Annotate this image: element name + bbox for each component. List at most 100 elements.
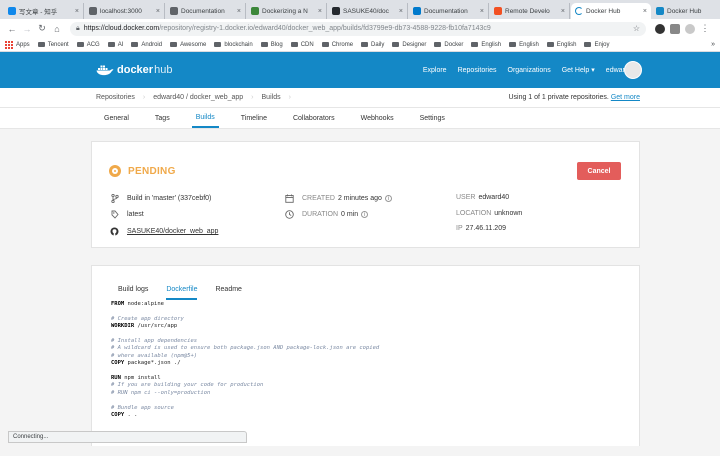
bookmark-label: English: [519, 41, 539, 48]
get-more-link[interactable]: Get more: [611, 94, 640, 101]
header-nav: Explore Repositories Organizations Get H…: [412, 66, 642, 75]
bookmark-star-icon[interactable]: ☆: [633, 24, 640, 33]
home-icon[interactable]: ⌂: [51, 24, 63, 34]
bookmark-folder[interactable]: Blog: [260, 42, 283, 48]
tab-tags[interactable]: Tags: [155, 108, 170, 128]
bookmark-folder[interactable]: English: [471, 42, 501, 48]
bookmark-folder[interactable]: Enjoy: [584, 42, 610, 48]
info-icon[interactable]: i: [361, 211, 369, 218]
repo-link[interactable]: SASUKE40/docker_web_app: [127, 228, 218, 235]
browser-tab[interactable]: localhost:3000 ×: [85, 3, 165, 19]
menu-icon[interactable]: ⋮: [699, 23, 711, 34]
dockerhub-logo[interactable]: docker hub: [96, 64, 172, 76]
bookmark-apps[interactable]: Apps: [5, 40, 30, 49]
nav-repositories[interactable]: Repositories: [458, 67, 497, 74]
nav-organizations[interactable]: Organizations: [508, 67, 551, 74]
browser-tab[interactable]: Docker Hub×: [571, 3, 651, 19]
bookmark-folder[interactable]: English: [509, 42, 539, 48]
bookmark-label: English: [556, 41, 577, 48]
browser-tab[interactable]: Dockerizing a N ×: [247, 3, 327, 19]
tab-timeline[interactable]: Timeline: [241, 108, 267, 128]
close-tab-icon[interactable]: ×: [399, 8, 403, 15]
bookmark-label: English: [481, 41, 502, 48]
extension-icon[interactable]: [655, 23, 665, 34]
browser-tab[interactable]: Documentation ×: [166, 3, 246, 19]
ip-info: IP 27.46.11.209: [456, 225, 506, 232]
code-text: npm install: [120, 375, 161, 382]
ip-label: IP: [456, 225, 463, 232]
tab-settings[interactable]: Settings: [420, 108, 445, 128]
folder-icon: [170, 42, 178, 47]
close-tab-icon[interactable]: ×: [75, 8, 79, 15]
tab-readme[interactable]: Readme: [215, 286, 241, 300]
folder-icon: [37, 42, 45, 47]
close-tab-icon[interactable]: ×: [561, 8, 565, 15]
node-icon: [251, 7, 259, 15]
code-text: package*.json ./: [124, 360, 181, 367]
code-text: . .: [124, 412, 138, 419]
bookmark-label: Chrome: [331, 41, 354, 48]
extension-icon[interactable]: [670, 23, 680, 34]
bookmarks-more-button[interactable]: »: [711, 41, 715, 48]
nav-explore[interactable]: Explore: [423, 67, 447, 74]
breadcrumb-repo[interactable]: edward40 / docker_web_app: [153, 94, 243, 101]
bookmark-folder[interactable]: Daily: [361, 42, 384, 48]
private-repos-text: Using 1 of 1 private repositories.: [508, 94, 609, 101]
code-line: # If you are building your code for prod…: [111, 382, 379, 389]
tab-build-logs[interactable]: Build logs: [118, 286, 148, 300]
browser-tab[interactable]: SASUKE40/doc ×: [328, 3, 408, 19]
bookmark-folder[interactable]: blockchain: [214, 42, 253, 48]
docker-icon: [656, 7, 664, 15]
url-input[interactable]: 🔒︎ https://cloud.docker.com/repository/r…: [70, 21, 646, 36]
browser-tab[interactable]: Docker Hub×: [652, 3, 720, 19]
tab-collaborators[interactable]: Collaborators: [293, 108, 335, 128]
bookmark-folder[interactable]: Docker: [434, 42, 463, 48]
close-tab-icon[interactable]: ×: [318, 8, 322, 15]
bookmark-folder[interactable]: Tencent: [37, 42, 69, 48]
bookmark-folder[interactable]: Android: [131, 42, 162, 48]
duration-value: 0 min: [341, 211, 359, 218]
calendar-icon: [285, 194, 294, 203]
code-line: # where available (npm@5+): [111, 353, 379, 360]
tab-webhooks[interactable]: Webhooks: [361, 108, 394, 128]
bookmark-folder[interactable]: English: [546, 41, 577, 48]
url-path: /repository/registry-1.docker.io/edward4…: [159, 25, 491, 32]
tab-builds[interactable]: Builds: [191, 108, 219, 128]
breadcrumb-repositories[interactable]: Repositories: [96, 94, 135, 101]
browser-tab-label: Dockerizing a N: [262, 7, 308, 15]
browser-tab-label: Remote Develo: [505, 7, 550, 15]
folder-icon: [392, 42, 400, 47]
folder-icon: [260, 42, 268, 47]
back-icon[interactable]: ←: [6, 24, 18, 34]
bookmark-label: Docker: [444, 41, 464, 48]
browser-tab[interactable]: Remote Develo ×: [490, 3, 570, 19]
bookmark-folder[interactable]: Awesome: [170, 42, 206, 48]
profile-icon[interactable]: [685, 23, 695, 34]
browser-tab[interactable]: 写文章 - 知乎 ×: [4, 3, 84, 19]
bookmark-folder[interactable]: CDN: [290, 42, 314, 48]
close-tab-icon[interactable]: ×: [480, 8, 484, 15]
avatar[interactable]: [624, 61, 642, 79]
browser-tab[interactable]: Documentation ×: [409, 3, 489, 19]
code-line: # Bundle app source: [111, 405, 379, 412]
bookmark-folder[interactable]: Designer: [392, 42, 426, 48]
reload-icon[interactable]: ↻: [36, 23, 48, 34]
bookmark-folder[interactable]: ACG: [76, 42, 100, 48]
bookmark-folder[interactable]: AI: [107, 42, 123, 48]
bookmark-folder[interactable]: Chrome: [321, 41, 354, 48]
nav-get-help[interactable]: Get Help ▾: [562, 66, 595, 74]
tab-general[interactable]: General: [104, 108, 129, 128]
close-tab-icon[interactable]: ×: [156, 8, 160, 15]
close-tab-icon[interactable]: ×: [643, 8, 647, 15]
pending-icon: [109, 165, 121, 177]
code-line: # Install app dependencies: [111, 338, 379, 345]
tab-dockerfile[interactable]: Dockerfile: [166, 286, 198, 300]
forward-icon[interactable]: →: [21, 24, 33, 34]
cancel-button[interactable]: Cancel: [577, 162, 621, 180]
user-label: USER: [456, 194, 476, 201]
code-keyword: COPY: [111, 412, 125, 419]
info-icon[interactable]: i: [384, 195, 392, 202]
close-tab-icon[interactable]: ×: [237, 8, 241, 15]
